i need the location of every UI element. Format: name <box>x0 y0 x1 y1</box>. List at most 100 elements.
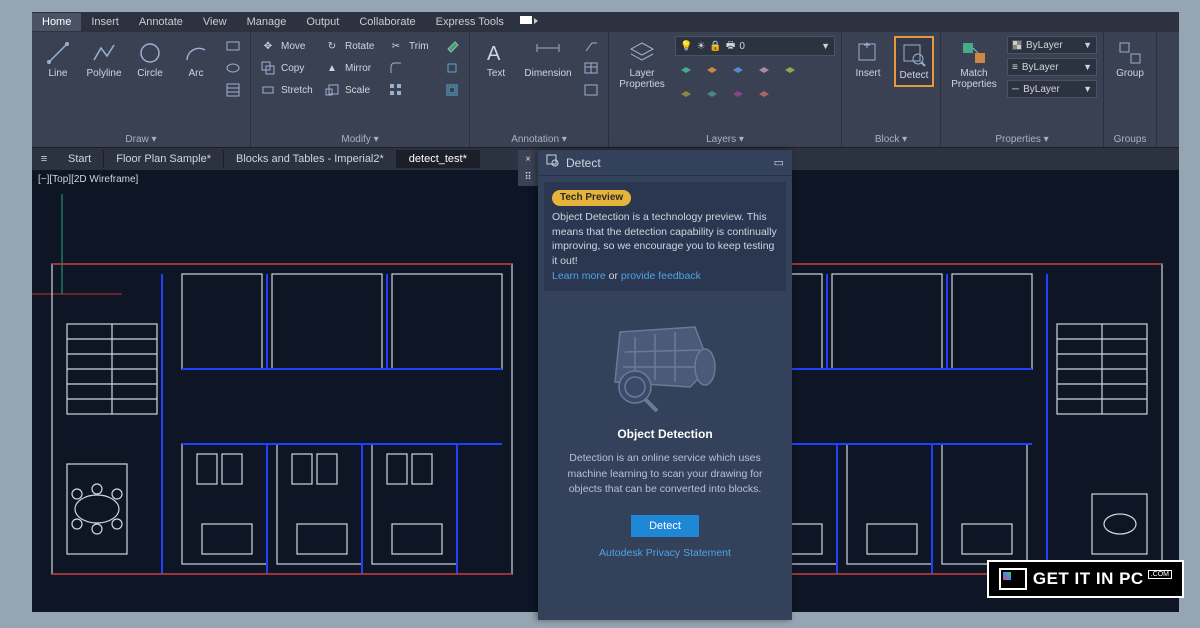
ribbon-tab-featured[interactable] <box>514 14 544 31</box>
fillet-tool[interactable] <box>385 58 435 78</box>
lineweight-dropdown[interactable]: ≡ByLayer▼ <box>1007 58 1097 76</box>
layer-more3[interactable] <box>727 86 749 106</box>
detect-description: Detection is an online service which use… <box>538 451 792 497</box>
ribbon-tab-annotate[interactable]: Annotate <box>129 13 193 31</box>
erase-icon <box>443 37 461 55</box>
copy-tool[interactable]: Copy <box>257 58 315 78</box>
ribbon-tab-collaborate[interactable]: Collaborate <box>349 13 425 31</box>
panel-dock-strip: × ⠿ <box>518 150 538 186</box>
layer-match-tool[interactable] <box>779 62 801 82</box>
layer-more4[interactable] <box>753 86 775 106</box>
mtext-icon <box>582 81 600 99</box>
match-properties-tool[interactable]: Match Properties <box>947 36 1001 94</box>
text-tool[interactable]: A Text <box>476 36 516 83</box>
move-tool[interactable]: ✥Move <box>257 36 315 56</box>
layer-freeze-tool[interactable] <box>727 62 749 82</box>
ribbon-tab-express[interactable]: Express Tools <box>426 13 514 31</box>
ribbon-tab-insert[interactable]: Insert <box>81 13 129 31</box>
ribbon-group-annotation: A Text Dimension Annotation ▾ <box>470 32 609 147</box>
privacy-link[interactable]: Autodesk Privacy Statement <box>599 547 731 559</box>
array-tool[interactable] <box>385 80 435 100</box>
table-icon <box>582 59 600 77</box>
ribbon-tab-manage[interactable]: Manage <box>237 13 297 31</box>
learn-more-link[interactable]: Learn more <box>552 270 606 282</box>
note-text: Object Detection is a technology preview… <box>552 211 777 267</box>
layer-lock-tool[interactable] <box>753 62 775 82</box>
color-swatch-icon <box>1012 40 1022 50</box>
file-menu-icon[interactable]: ≡ <box>32 153 56 165</box>
layerprop-label: Layer Properties <box>617 68 667 90</box>
chevron-down-icon: ▼ <box>1083 62 1092 72</box>
sun-icon: ☀ <box>696 41 705 52</box>
circle-tool[interactable]: Circle <box>130 36 170 83</box>
panel-dock-icon[interactable]: ⠿ <box>524 172 531 183</box>
detect-panel: Detect ▭ Tech Preview Object Detection i… <box>538 150 792 620</box>
detect-tool[interactable]: Detect <box>894 36 934 87</box>
arc-tool[interactable]: Arc <box>176 36 216 83</box>
circle-label: Circle <box>137 68 163 79</box>
ellipse-tool[interactable] <box>222 58 244 78</box>
detect-button[interactable]: Detect <box>631 515 699 537</box>
erase-tool[interactable] <box>441 36 463 56</box>
ribbon-tab-view[interactable]: View <box>193 13 237 31</box>
arc-label: Arc <box>189 68 204 79</box>
dim-label: Dimension <box>524 68 571 79</box>
file-tab-start[interactable]: Start <box>56 150 104 168</box>
insert-block-tool[interactable]: Insert <box>848 36 888 83</box>
file-tab-2[interactable]: Blocks and Tables - Imperial2* <box>224 150 397 168</box>
feedback-link[interactable]: provide feedback <box>621 270 701 282</box>
draw-group-label[interactable]: Draw ▾ <box>38 132 244 147</box>
explode-tool[interactable] <box>441 58 463 78</box>
layers-group-label[interactable]: Layers ▾ <box>615 132 835 147</box>
detect-heading: Object Detection <box>538 427 792 441</box>
rotate-tool[interactable]: ↻Rotate <box>321 36 379 56</box>
block-group-label[interactable]: Block ▾ <box>848 132 934 147</box>
layer-properties-tool[interactable]: Layer Properties <box>615 36 669 94</box>
watermark-monitor-icon <box>999 568 1027 590</box>
print-icon: 🖶 <box>726 38 735 55</box>
layer-iso-tool[interactable] <box>675 62 697 82</box>
panel-close-icon[interactable]: × <box>525 154 531 165</box>
modify-group-label[interactable]: Modify ▾ <box>257 132 463 147</box>
viewport-label[interactable]: [−][Top][2D Wireframe] <box>38 174 138 185</box>
lock-icon: 🔒 <box>709 41 721 52</box>
line-tool[interactable]: Line <box>38 36 78 83</box>
polyline-tool[interactable]: Polyline <box>84 36 124 83</box>
ribbon-tab-output[interactable]: Output <box>296 13 349 31</box>
groups-group-label[interactable]: Groups <box>1110 132 1150 147</box>
watermark-logo: GET IT IN PC .COM <box>987 560 1184 598</box>
ribbon-tab-home[interactable]: Home <box>32 13 81 31</box>
file-tab-1[interactable]: Floor Plan Sample* <box>104 150 224 168</box>
leader-tool[interactable] <box>580 36 602 56</box>
layer-dropdown[interactable]: 💡 ☀ 🔒 🖶 0 ▼ <box>675 36 835 56</box>
mirror-tool[interactable]: ▲Mirror <box>321 58 379 78</box>
table-tool[interactable] <box>580 58 602 78</box>
linetype-icon: ─ <box>1012 84 1019 95</box>
insert-label: Insert <box>855 68 880 79</box>
layer-more2[interactable] <box>701 86 723 106</box>
layer-icon <box>703 87 721 105</box>
scale-tool[interactable]: Scale <box>321 80 379 100</box>
mtext-tool[interactable] <box>580 80 602 100</box>
file-tab-3[interactable]: detect_test* <box>397 150 480 168</box>
trim-tool[interactable]: ✂Trim <box>385 36 435 56</box>
layer-off-tool[interactable] <box>701 62 723 82</box>
layer-more1[interactable] <box>675 86 697 106</box>
offset-tool[interactable] <box>441 80 463 100</box>
hatch-tool[interactable] <box>222 80 244 100</box>
annotation-group-label[interactable]: Annotation ▾ <box>476 132 602 147</box>
stretch-icon <box>259 81 277 99</box>
panel-settings-icon[interactable]: ▭ <box>774 156 784 169</box>
layer-icon <box>755 87 773 105</box>
stretch-tool[interactable]: Stretch <box>257 80 315 100</box>
ribbon-group-layers: Layer Properties 💡 ☀ 🔒 🖶 0 ▼ <box>609 32 842 147</box>
dimension-tool[interactable]: Dimension <box>522 36 574 83</box>
offset-icon <box>443 81 461 99</box>
chevron-down-icon: ▼ <box>1083 84 1092 94</box>
detect-panel-icon <box>546 154 560 171</box>
properties-group-label[interactable]: Properties ▾ <box>947 132 1097 147</box>
linetype-dropdown[interactable]: ─ByLayer▼ <box>1007 80 1097 98</box>
group-tool[interactable]: Group <box>1110 36 1150 83</box>
rect-tool[interactable] <box>222 36 244 56</box>
color-dropdown[interactable]: ByLayer▼ <box>1007 36 1097 54</box>
